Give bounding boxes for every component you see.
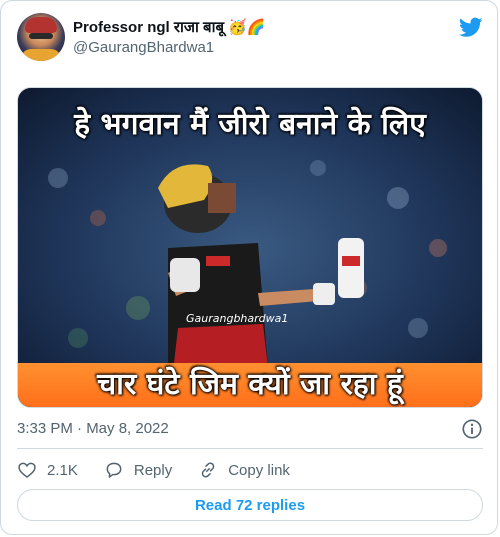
reply-label: Reply bbox=[133, 461, 173, 479]
copy-link-label: Copy link bbox=[228, 461, 290, 479]
user-info[interactable]: Professor ngl राजा बाबू 🥳🌈 @GaurangBhard… bbox=[73, 17, 266, 56]
like-count: 2.1K bbox=[47, 461, 78, 479]
meme-caption-bottom: चार घंटे जिम क्यों जा रहा हूं bbox=[97, 367, 403, 402]
user-handle[interactable]: @GaurangBhardwa1 bbox=[73, 39, 266, 56]
tweet-actions: 2.1K Reply Copy link bbox=[17, 456, 316, 484]
read-replies-button[interactable]: Read 72 replies bbox=[17, 489, 483, 521]
tweet-media-image[interactable]: हे भगवान मैं जीरो बनाने के लिए Gaurangbh… bbox=[17, 87, 483, 408]
copy-link-button[interactable]: Copy link bbox=[198, 460, 290, 480]
twitter-bird-icon[interactable] bbox=[459, 15, 483, 39]
heart-icon bbox=[18, 462, 36, 479]
reply-bubble-icon bbox=[106, 462, 122, 478]
avatar[interactable] bbox=[17, 13, 65, 61]
reply-button[interactable]: Reply bbox=[104, 460, 172, 480]
link-icon bbox=[201, 462, 215, 478]
like-button[interactable]: 2.1K bbox=[17, 460, 78, 480]
tweet-card: Professor ngl राजा बाबू 🥳🌈 @GaurangBhard… bbox=[0, 0, 498, 535]
tweet-timestamp[interactable]: 3:33 PM · May 8, 2022 bbox=[17, 420, 169, 437]
meme-caption-top: हे भगवान मैं जीरो बनाने के लिए bbox=[74, 107, 426, 142]
info-icon[interactable] bbox=[461, 418, 483, 440]
tweet-header: Professor ngl राजा बाबू 🥳🌈 @GaurangBhard… bbox=[17, 13, 483, 61]
meme-watermark: Gaurangbhardwa1 bbox=[186, 312, 289, 325]
divider bbox=[17, 448, 483, 449]
display-name[interactable]: Professor ngl राजा बाबू 🥳🌈 bbox=[73, 17, 266, 37]
